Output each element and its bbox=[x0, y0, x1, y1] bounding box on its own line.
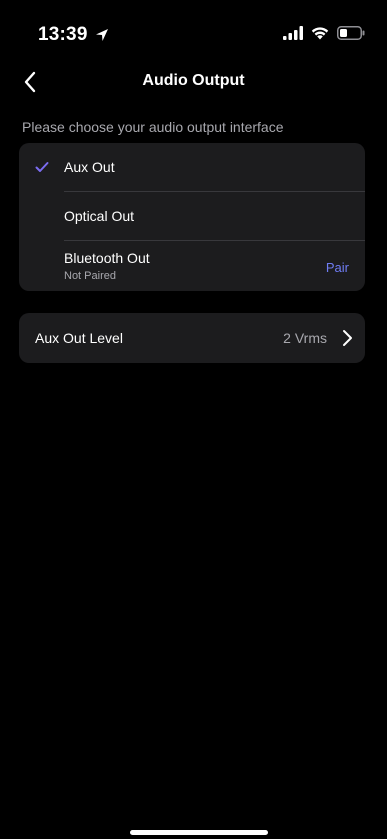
audio-output-screen: 13:39 Audio Output Please choose your au… bbox=[0, 0, 387, 839]
option-label: Aux Out bbox=[64, 159, 115, 175]
level-value: 2 Vrms bbox=[283, 330, 327, 346]
pair-button[interactable]: Pair bbox=[326, 260, 349, 275]
page-title: Audio Output bbox=[142, 72, 245, 89]
option-optical-out[interactable]: Optical Out bbox=[19, 192, 365, 240]
level-label: Aux Out Level bbox=[35, 330, 123, 346]
status-bar: 13:39 bbox=[0, 0, 387, 70]
home-indicator[interactable] bbox=[130, 830, 268, 835]
option-aux-out[interactable]: Aux Out bbox=[19, 143, 365, 191]
signal-icon bbox=[283, 26, 303, 40]
checkmark-icon bbox=[35, 162, 49, 172]
location-arrow-icon bbox=[95, 29, 108, 41]
section-caption: Please choose your audio output interfac… bbox=[22, 119, 284, 135]
wifi-icon bbox=[311, 27, 329, 40]
option-subtitle: Not Paired bbox=[64, 270, 116, 282]
chevron-right-icon bbox=[343, 330, 352, 346]
output-options-card: Aux Out Optical Out Bluetooth Out Not Pa… bbox=[19, 143, 365, 291]
battery-icon bbox=[337, 26, 365, 40]
status-icons bbox=[283, 26, 365, 40]
time-text: 13:39 bbox=[38, 24, 88, 45]
status-time: 13:39 bbox=[38, 24, 110, 46]
option-label: Bluetooth Out bbox=[64, 250, 150, 266]
option-label: Optical Out bbox=[64, 208, 135, 224]
option-bluetooth-out[interactable]: Bluetooth Out Not Paired Pair bbox=[19, 241, 365, 291]
nav-bar: Audio Output bbox=[0, 62, 387, 102]
aux-out-level-row[interactable]: Aux Out Level 2 Vrms bbox=[19, 313, 365, 363]
